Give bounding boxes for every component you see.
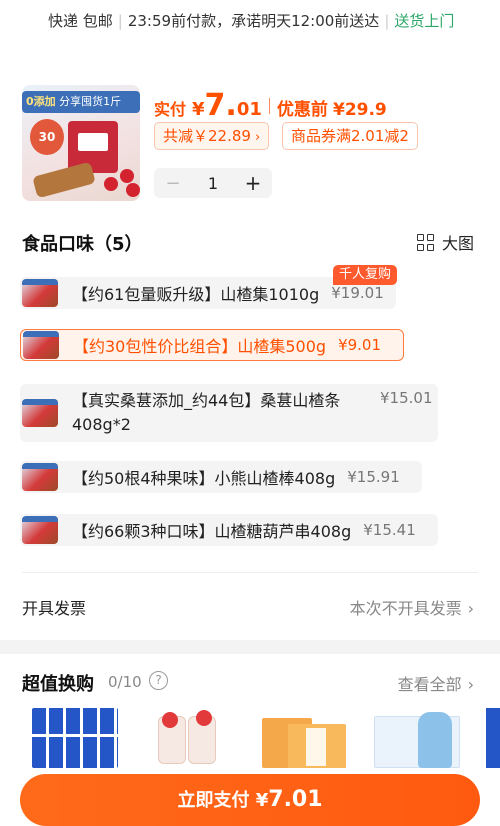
product-image-banner: 0添加 分享囤货1斤 [22, 91, 140, 113]
pay-integer: 7. [204, 88, 237, 123]
berry-graphic [120, 169, 134, 183]
option-label: 【约61包量贩升级】山楂集1010g [72, 285, 320, 304]
option-price: ¥19.01 [331, 284, 384, 302]
quantity-stepper: − 1 + [154, 168, 272, 198]
invoice-value: 本次不开具发票 [349, 599, 462, 618]
pay-decimal: 01 [236, 99, 262, 120]
option-label: 【约30包性价比组合】山楂集500g [73, 337, 327, 356]
option-thumbnail [22, 279, 58, 307]
berry-graphic [104, 177, 118, 191]
discount-detail-chip[interactable]: 共减￥22.89 › [154, 122, 270, 150]
trade-in-title: 超值换购 [22, 674, 94, 695]
product-image[interactable]: 0添加 分享囤货1斤 30 [22, 85, 140, 201]
pay-label: 实付 [154, 100, 187, 119]
minus-button[interactable]: − [160, 173, 186, 194]
delivery-badge: 送货上门 [394, 12, 455, 30]
plus-button[interactable]: + [240, 171, 266, 195]
pay-now-button[interactable]: 立即支付 ¥7.01 [20, 774, 480, 826]
option-price: ¥15.91 [347, 468, 400, 486]
flavor-option-2[interactable]: 【约30包性价比组合】山楂集500g ¥9.01 [20, 329, 404, 361]
original-price: ¥29.9 [332, 100, 387, 120]
invoice-selector[interactable]: 本次不开具发票 › [350, 595, 474, 619]
flavor-option-4[interactable]: 【约50根4种果味】小熊山楂棒408g ¥15.91 [20, 461, 422, 493]
section-separator [0, 640, 500, 654]
view-all-label: 查看全部 [397, 675, 462, 694]
trade-in-item-strawberry-drink[interactable] [152, 708, 222, 768]
original-label: 优惠前 [276, 100, 328, 120]
chevron-right-icon: › [467, 599, 474, 618]
invoice-label: 开具发票 [22, 599, 87, 618]
view-all-link[interactable]: 查看全部 › [398, 671, 474, 695]
product-image-badge: 30 [30, 119, 64, 155]
option-thumbnail [22, 463, 58, 491]
trade-in-item-milk[interactable] [32, 708, 118, 768]
option-thumbnail [22, 516, 58, 544]
divider [22, 572, 478, 573]
option-thumbnail [23, 331, 59, 359]
flavor-title: 食品口味（5） [22, 234, 143, 255]
pay-button-amount: 7.01 [268, 787, 323, 812]
flavor-option-3[interactable]: 【真实桑葚添加_约44包】桑葚山楂条408g*2 ¥15.01 [20, 384, 438, 442]
delivery-method: 快递 包邮 [48, 12, 113, 30]
trade-in-item-partial[interactable] [486, 708, 500, 768]
hot-tag: 千人复购 [333, 265, 398, 285]
pay-button-label: 立即支付 [177, 790, 250, 811]
question-circle-icon[interactable]: ? [149, 671, 168, 690]
option-thumbnail [22, 399, 58, 427]
product-wafer-graphic [32, 161, 96, 199]
flavor-option-5[interactable]: 【约66颗3种口味】山楂糖葫芦串408g ¥15.41 [20, 514, 438, 546]
price-line: 实付 ¥7.01 优惠前 ¥29.9 [154, 88, 387, 123]
pay-button-currency: ¥ [255, 790, 269, 811]
option-price: ¥15.41 [363, 521, 416, 539]
big-image-label: 大图 [442, 234, 475, 253]
option-label: 【真实桑葚添加_约44包】桑葚山楂条408g*2 [72, 391, 341, 434]
quantity-value[interactable]: 1 [208, 174, 218, 193]
trade-in-count: 0/10 [108, 673, 142, 691]
delivery-promise: 23:59前付款，承诺明天12:00前送达 [127, 12, 380, 30]
option-label: 【约50根4种果味】小熊山楂棒408g [72, 469, 336, 488]
delivery-info: 快递 包邮 | 23:59前付款，承诺明天12:00前送达 | 送货上门 [48, 12, 455, 30]
coupon-chip[interactable]: 商品券满2.01减2 [282, 122, 418, 150]
chevron-right-icon: › [467, 675, 474, 694]
big-image-toggle[interactable]: 大图 [417, 230, 474, 254]
option-label: 【约66颗3种口味】山楂糖葫芦串408g [72, 522, 352, 541]
trade-in-item-sunscreen[interactable] [372, 708, 464, 768]
berry-graphic [126, 183, 140, 197]
option-price: ¥9.01 [338, 336, 382, 354]
discount-chip-text: 共减￥22.89 [163, 127, 251, 145]
coupon-chip-text: 商品券满2.01减2 [291, 127, 409, 145]
chevron-right-icon: › [254, 130, 261, 145]
trade-in-item-snack-box[interactable] [258, 708, 346, 768]
checkout-page: { "delivery": { "method": "快递 包邮", "prom… [0, 0, 500, 826]
option-price: ¥15.01 [380, 389, 433, 407]
grid-icon [417, 233, 434, 251]
pay-currency: ¥ [192, 99, 205, 120]
